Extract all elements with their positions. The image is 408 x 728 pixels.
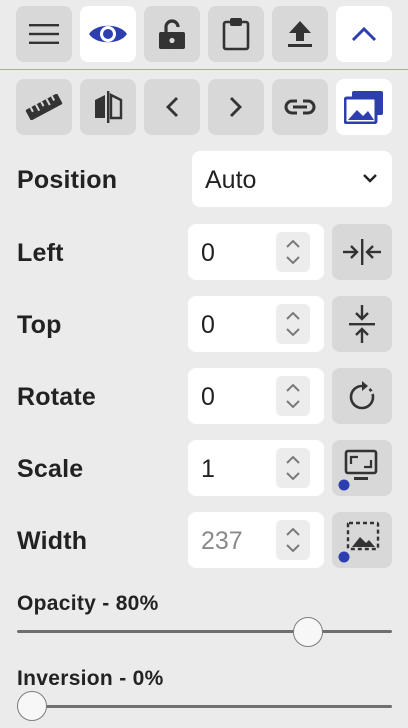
inversion-slider-track[interactable]	[17, 705, 392, 708]
toolbar-divider	[0, 69, 408, 70]
rotate-input[interactable]: 0	[188, 368, 324, 424]
chevron-up-icon	[351, 26, 377, 42]
center-horizontal-button[interactable]	[332, 224, 392, 280]
rotate-button[interactable]	[332, 368, 392, 424]
unlock-icon	[159, 19, 185, 49]
stepper-arrows-icon	[286, 383, 300, 409]
left-stepper[interactable]	[276, 232, 310, 272]
rotate-icon	[349, 381, 375, 410]
fit-screen-button[interactable]	[332, 440, 392, 496]
top-input[interactable]: 0	[188, 296, 324, 352]
left-label: Left	[17, 239, 64, 267]
left-row: Left 0	[0, 224, 408, 280]
width-input[interactable]: 237	[188, 512, 324, 568]
flip-button[interactable]	[80, 79, 136, 135]
left-input-value: 0	[201, 239, 215, 267]
top-row: Top 0	[0, 296, 408, 352]
previous-button[interactable]	[144, 79, 200, 135]
stepper-arrows-icon	[286, 311, 300, 337]
chevron-right-icon	[230, 97, 242, 117]
opacity-slider-thumb[interactable]	[293, 617, 323, 647]
width-label: Width	[17, 527, 88, 555]
stepper-arrows-icon	[286, 239, 300, 265]
chevron-down-icon	[363, 174, 377, 183]
stepper-arrows-icon	[286, 455, 300, 481]
position-row: Position Auto	[0, 151, 408, 207]
upload-button[interactable]	[272, 6, 328, 62]
stepper-arrows-icon	[286, 527, 300, 553]
inversion-slider-thumb[interactable]	[17, 691, 47, 721]
width-stepper[interactable]	[276, 520, 310, 560]
top-label: Top	[17, 311, 62, 339]
inversion-label: Inversion - 0%	[17, 667, 164, 690]
visibility-button[interactable]	[80, 6, 136, 62]
left-input[interactable]: 0	[188, 224, 324, 280]
position-label: Position	[17, 166, 118, 194]
position-select[interactable]: Auto	[192, 151, 392, 207]
secondary-toolbar	[0, 79, 408, 135]
rotate-label: Rotate	[17, 383, 96, 411]
main-toolbar	[0, 6, 408, 62]
opacity-slider-track[interactable]	[17, 630, 392, 633]
opacity-label: Opacity - 80%	[17, 592, 159, 615]
fit-screen-icon	[338, 449, 378, 491]
chevron-left-icon	[166, 97, 178, 117]
position-select-value: Auto	[205, 166, 257, 194]
menu-icon	[29, 24, 59, 44]
center-vertical-button[interactable]	[332, 296, 392, 352]
scale-stepper[interactable]	[276, 448, 310, 488]
scale-row: Scale 1	[0, 440, 408, 496]
rotate-input-value: 0	[201, 383, 215, 411]
width-input-placeholder: 237	[201, 527, 243, 555]
link-button[interactable]	[272, 79, 328, 135]
images-button[interactable]	[336, 79, 392, 135]
rotate-stepper[interactable]	[276, 376, 310, 416]
width-row: Width 237	[0, 512, 408, 568]
flip-horizontal-icon	[95, 91, 123, 123]
link-icon	[284, 99, 316, 115]
fit-width-icon	[338, 521, 380, 563]
fit-width-button[interactable]	[332, 512, 392, 568]
eye-icon	[89, 25, 127, 43]
next-button[interactable]	[208, 79, 264, 135]
collapse-button[interactable]	[336, 6, 392, 62]
ruler-button[interactable]	[16, 79, 72, 135]
center-vertical-icon	[349, 305, 375, 343]
rotate-row: Rotate 0	[0, 368, 408, 424]
scale-label: Scale	[17, 455, 84, 483]
images-icon	[344, 91, 383, 124]
top-stepper[interactable]	[276, 304, 310, 344]
clipboard-icon	[222, 18, 250, 51]
scale-input-value: 1	[201, 455, 215, 483]
lock-button[interactable]	[144, 6, 200, 62]
clipboard-button[interactable]	[208, 6, 264, 62]
scale-input[interactable]: 1	[188, 440, 324, 496]
upload-icon	[288, 21, 312, 47]
menu-button[interactable]	[16, 6, 72, 62]
top-input-value: 0	[201, 311, 215, 339]
center-horizontal-icon	[343, 239, 381, 265]
ruler-icon	[25, 94, 63, 120]
